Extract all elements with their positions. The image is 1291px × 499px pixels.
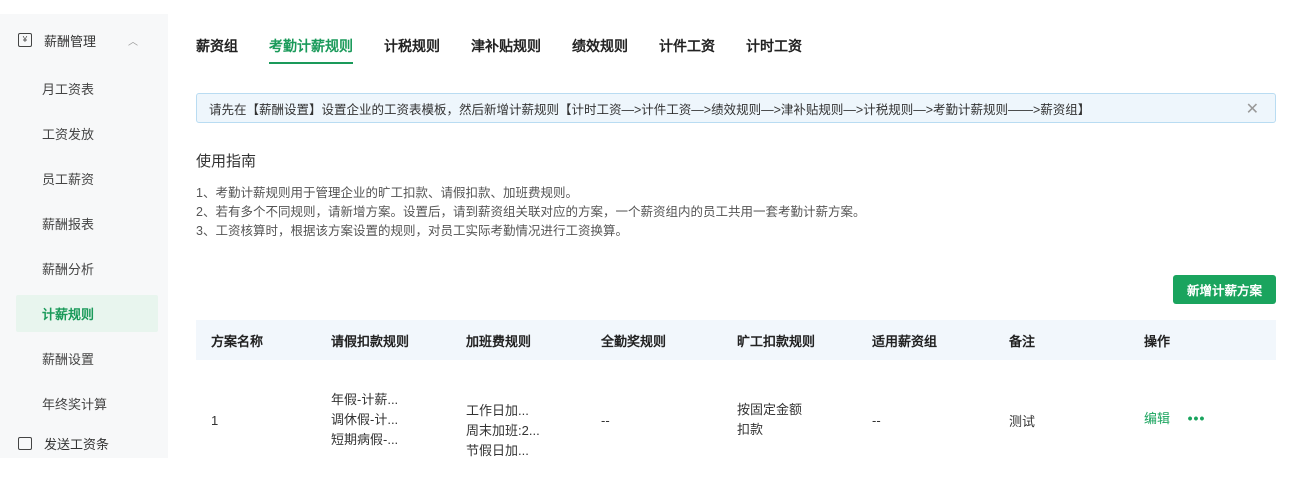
- overtime-rules: 工作日加... 周末加班:2... 节假日加...: [466, 401, 601, 461]
- tab-allowance-rules[interactable]: 津补贴规则: [471, 36, 541, 64]
- table-header: 方案名称 请假扣款规则 加班费规则 全勤奖规则 旷工扣款规则 适用薪资组 备注 …: [196, 320, 1276, 360]
- remark: 测试: [1009, 413, 1036, 429]
- column-header: 操作: [1144, 333, 1171, 349]
- chevron-up-icon: ︿: [128, 36, 139, 48]
- tab-piece-wage[interactable]: 计件工资: [659, 36, 715, 64]
- column-header: 旷工扣款规则: [737, 333, 816, 349]
- sidebar-item-salary-settings[interactable]: 薪酬设置: [0, 336, 168, 381]
- guide-line: 1、考勤计薪规则用于管理企业的旷工扣款、请假扣款、加班费规则。: [196, 186, 578, 200]
- leave-rules: 年假-计薪... 调休假-计... 短期病假-...: [331, 390, 466, 450]
- row-actions: 编辑 •••: [1144, 408, 1274, 427]
- sidebar-item-label: 月工资表: [42, 82, 95, 97]
- overtime-rule: 工作日加...: [466, 403, 529, 418]
- leave-rule: 短期病假-...: [331, 432, 399, 447]
- pay-plan-table: 方案名称 请假扣款规则 加班费规则 全勤奖规则 旷工扣款规则 适用薪资组 备注 …: [196, 320, 1276, 480]
- sidebar-item-label: 年终奖计算: [42, 397, 108, 412]
- column-header: 备注: [1009, 333, 1036, 349]
- more-icon[interactable]: •••: [1188, 410, 1206, 426]
- absence-rule-line: 扣款: [737, 422, 764, 437]
- sidebar-item-label: 薪酬分析: [42, 262, 95, 277]
- rule-tabs: 薪资组 考勤计薪规则 计税规则 津补贴规则 绩效规则 计件工资 计时工资: [196, 36, 833, 64]
- sidebar-item-monthly-payroll[interactable]: 月工资表: [0, 66, 168, 111]
- sidebar-item-payment[interactable]: 工资发放: [0, 111, 168, 156]
- absence-rule: 按固定金额 扣款: [737, 400, 872, 440]
- edit-link[interactable]: 编辑: [1144, 411, 1170, 426]
- sidebar: ¥ 薪酬管理 ︿ 月工资表 工资发放 员工薪资 薪酬报表 薪酬分析 计薪规则 薪…: [0, 14, 168, 458]
- sidebar-item-label: 员工薪资: [42, 172, 95, 187]
- column-header: 全勤奖规则: [601, 333, 667, 349]
- overtime-rule: 周末加班:2...: [466, 423, 540, 438]
- tab-hourly-wage[interactable]: 计时工资: [746, 36, 802, 64]
- sidebar-item-label: 薪酬报表: [42, 217, 95, 232]
- sidebar-group-label: 薪酬管理: [44, 33, 97, 49]
- sidebar-item-label: 薪酬设置: [42, 352, 95, 367]
- tab-tax-rules[interactable]: 计税规则: [384, 36, 440, 64]
- add-pay-plan-button[interactable]: 新增计薪方案: [1173, 275, 1276, 304]
- applicable-groups: --: [872, 412, 881, 428]
- sidebar-item-send-payslip[interactable]: 发送工资条: [0, 428, 109, 458]
- absence-rule-line: 按固定金额: [737, 402, 803, 417]
- guide-line: 2、若有多个不同规则，请新增方案。设置后，请到薪资组关联对应的方案，一个薪资组内…: [196, 205, 866, 219]
- tab-salary-group[interactable]: 薪资组: [196, 36, 238, 64]
- column-header: 方案名称: [211, 333, 264, 349]
- sidebar-item-salary-report[interactable]: 薪酬报表: [0, 201, 168, 246]
- guide-title: 使用指南: [196, 153, 257, 170]
- notice-banner: 请先在【薪酬设置】设置企业的工资表模板，然后新增计薪规则【计时工资—>计件工资—…: [196, 93, 1276, 123]
- plan-name: 1: [211, 412, 219, 428]
- sidebar-item-label: 工资发放: [42, 127, 95, 142]
- notice-text: 请先在【薪酬设置】设置企业的工资表模板，然后新增计薪规则【计时工资—>计件工资—…: [209, 102, 1091, 117]
- attendance-bonus-rule: --: [601, 412, 610, 428]
- leave-rule: 年假-计薪...: [331, 392, 399, 407]
- sidebar-item-employee-salary[interactable]: 员工薪资: [0, 156, 168, 201]
- table-row: 1 年假-计薪... 调休假-计... 短期病假-... 工作日加... 周末加…: [196, 360, 1276, 480]
- close-icon[interactable]: ✕: [1246, 99, 1259, 119]
- sidebar-item-bonus-calc[interactable]: 年终奖计算: [0, 381, 168, 426]
- payslip-icon: [18, 436, 32, 450]
- sidebar-group-salary-management[interactable]: ¥ 薪酬管理 ︿: [0, 14, 168, 66]
- tab-attendance-pay-rules[interactable]: 考勤计薪规则: [269, 36, 353, 64]
- leave-rule: 调休假-计...: [331, 412, 399, 427]
- sidebar-item-label: 计薪规则: [42, 307, 95, 322]
- sidebar-item-pay-rules[interactable]: 计薪规则: [16, 295, 158, 332]
- sidebar-item-label: 发送工资条: [44, 436, 110, 452]
- guide-list: 1、考勤计薪规则用于管理企业的旷工扣款、请假扣款、加班费规则。 2、若有多个不同…: [196, 184, 865, 241]
- column-header: 加班费规则: [466, 333, 532, 349]
- salary-icon: ¥: [18, 33, 32, 47]
- column-header: 适用薪资组: [872, 333, 938, 349]
- column-header: 请假扣款规则: [331, 333, 410, 349]
- sidebar-item-salary-analysis[interactable]: 薪酬分析: [0, 246, 168, 291]
- tab-performance-rules[interactable]: 绩效规则: [572, 36, 628, 64]
- overtime-rule: 节假日加...: [466, 443, 529, 458]
- guide-line: 3、工资核算时，根据该方案设置的规则，对员工实际考勤情况进行工资换算。: [196, 224, 628, 238]
